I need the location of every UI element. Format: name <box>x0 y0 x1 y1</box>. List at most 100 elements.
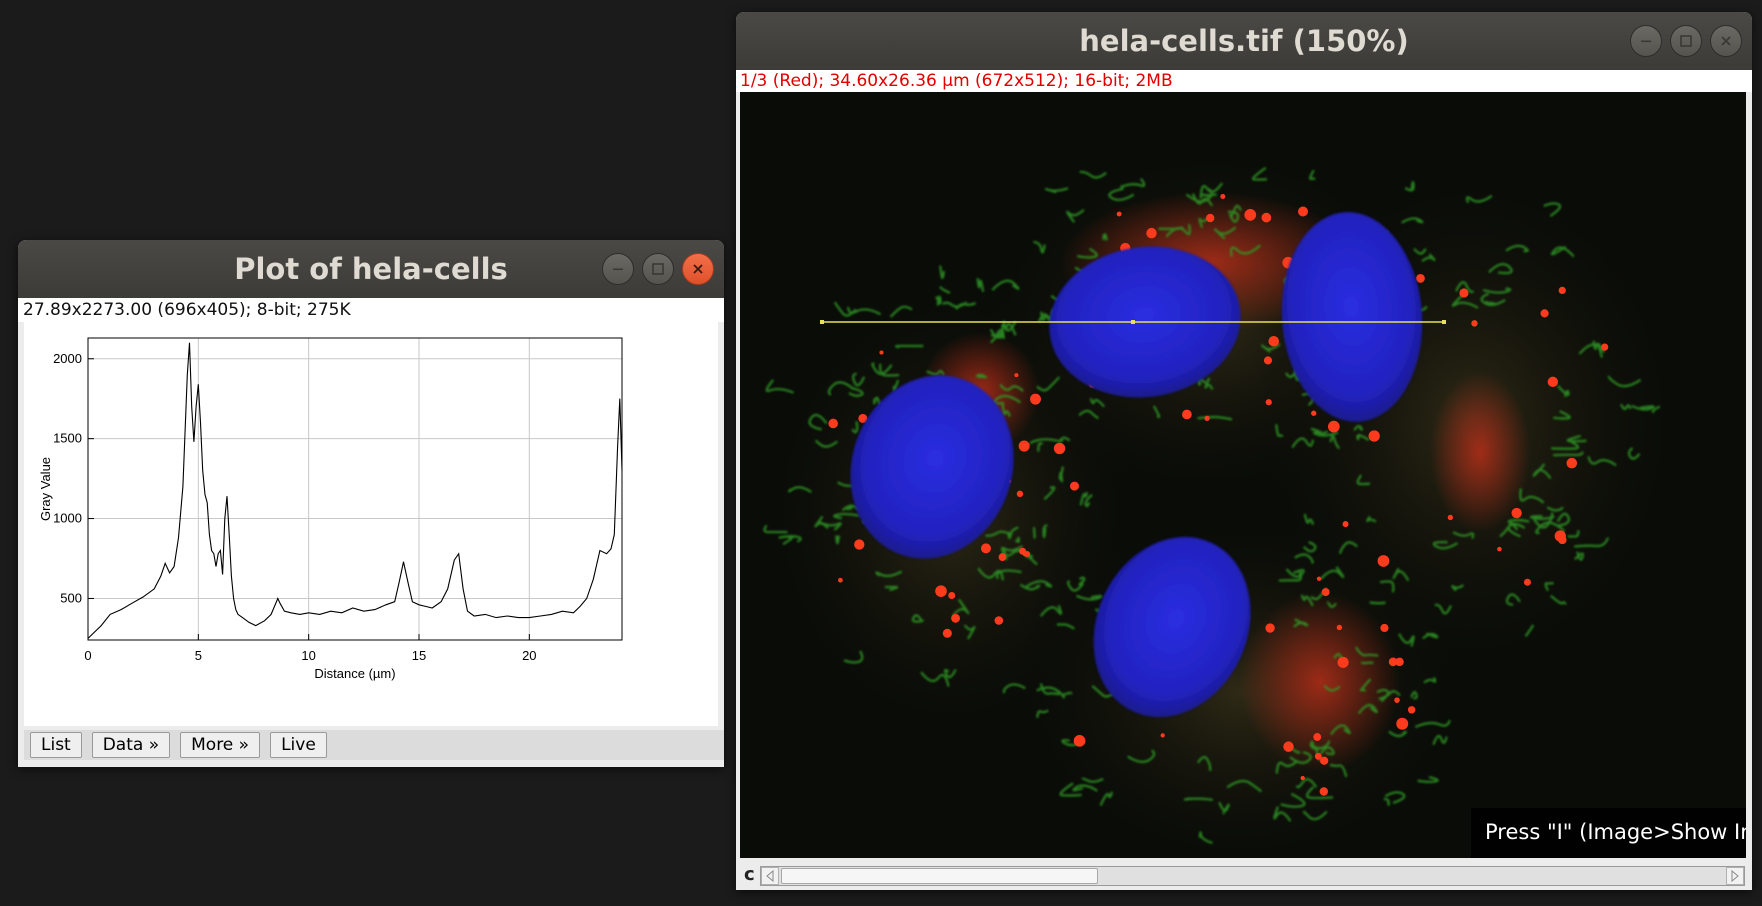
red-puncta <box>854 539 865 550</box>
red-puncta <box>1471 320 1478 327</box>
red-puncta <box>1268 335 1280 347</box>
red-puncta <box>1182 409 1192 420</box>
image-bottom-bar: c <box>736 862 1752 890</box>
red-puncta <box>998 553 1007 561</box>
show-info-hint: Press "I" (Image>Show Info) for informat… <box>1471 808 1746 858</box>
channel-scrollbar[interactable] <box>760 866 1745 886</box>
x-axis-label: Distance (µm) <box>314 666 395 681</box>
close-icon <box>693 264 703 274</box>
red-puncta <box>1447 514 1454 521</box>
red-puncta <box>1321 588 1330 597</box>
red-puncta <box>1319 787 1329 796</box>
red-puncta <box>1311 410 1317 416</box>
plot-frame <box>87 337 623 641</box>
image-window[interactable]: hela-cells.tif (150%) 1/3 (Red); 34.60x2… <box>736 12 1752 890</box>
red-puncta <box>1540 309 1549 318</box>
red-puncta <box>1320 756 1329 765</box>
plot-window-title: Plot of hela-cells <box>234 252 508 286</box>
red-puncta <box>942 628 952 638</box>
show-info-hint-text: Press "I" (Image>Show Info) for informat… <box>1485 820 1746 844</box>
red-puncta <box>1395 657 1404 667</box>
list-button[interactable]: List <box>30 732 82 758</box>
red-puncta <box>1116 211 1122 217</box>
more-button[interactable]: More » <box>180 732 261 758</box>
red-puncta <box>1014 373 1019 378</box>
red-puncta <box>828 418 838 429</box>
red-puncta <box>1283 741 1294 752</box>
y-tick-label: 2000 <box>53 351 82 366</box>
minimize-button[interactable] <box>1630 25 1662 57</box>
red-puncta <box>1297 206 1309 217</box>
red-puncta <box>1265 399 1272 406</box>
red-puncta <box>1327 420 1340 433</box>
red-puncta <box>1313 733 1322 741</box>
red-puncta <box>935 585 947 597</box>
close-button[interactable] <box>682 253 714 285</box>
minimize-button[interactable] <box>602 253 634 285</box>
red-puncta <box>1400 721 1408 728</box>
image-canvas[interactable]: Press "I" (Image>Show Info) for informat… <box>740 92 1746 858</box>
image-window-titlebar[interactable]: hela-cells.tif (150%) <box>736 12 1752 70</box>
red-puncta <box>1547 376 1559 388</box>
x-tick-label: 15 <box>412 648 426 663</box>
red-puncta <box>1601 343 1609 351</box>
red-puncta <box>1204 415 1210 421</box>
x-tick-label: 10 <box>301 648 315 663</box>
close-icon <box>1721 36 1731 46</box>
red-puncta <box>1377 555 1390 567</box>
maximize-button[interactable] <box>642 253 674 285</box>
red-puncta <box>1523 578 1531 586</box>
live-button[interactable]: Live <box>270 732 327 758</box>
data-button[interactable]: Data » <box>91 732 171 758</box>
profile-series-line <box>87 342 623 639</box>
red-puncta <box>1261 212 1272 223</box>
x-tick-label: 20 <box>522 648 536 663</box>
red-puncta <box>994 616 1004 625</box>
red-puncta <box>980 543 991 554</box>
arrow-left-icon <box>766 870 774 882</box>
image-window-title: hela-cells.tif (150%) <box>1079 24 1409 58</box>
scroll-left-button[interactable] <box>761 867 779 885</box>
red-puncta <box>1030 393 1041 405</box>
scroll-right-button[interactable] <box>1726 867 1744 885</box>
red-puncta <box>1380 623 1389 633</box>
mitochondria-strand <box>894 344 924 349</box>
cell-image <box>740 92 1746 858</box>
red-puncta <box>1337 656 1349 668</box>
red-puncta <box>1300 775 1305 781</box>
plot-window-titlebar[interactable]: Plot of hela-cells <box>18 240 724 298</box>
mitochondria-strand <box>1369 601 1386 605</box>
red-puncta <box>1244 209 1257 221</box>
red-puncta <box>1160 733 1165 738</box>
red-puncta <box>1336 624 1343 631</box>
x-tick-label: 0 <box>84 648 91 663</box>
red-puncta <box>1070 481 1079 491</box>
maximize-icon <box>652 263 664 275</box>
red-puncta <box>838 577 843 583</box>
red-puncta <box>1558 535 1567 545</box>
red-puncta <box>1146 227 1157 239</box>
minimize-icon <box>613 268 623 271</box>
red-puncta <box>1416 274 1425 283</box>
mitochondria-strand <box>1183 797 1213 801</box>
red-puncta <box>1368 430 1380 442</box>
red-puncta <box>1053 442 1066 455</box>
red-puncta <box>1394 697 1400 703</box>
scroll-thumb[interactable] <box>781 868 1098 884</box>
plot-window[interactable]: Plot of hela-cells 27.89x2273.00 (696x40… <box>18 240 724 767</box>
profile-plot: 0 5 10 15 20 500 1000 1500 2000 Distance (µm) Gray… <box>24 322 718 726</box>
red-puncta <box>1407 706 1416 714</box>
red-puncta <box>1566 457 1578 469</box>
maximize-button[interactable] <box>1670 25 1702 57</box>
red-puncta <box>1016 490 1024 498</box>
red-puncta <box>1265 623 1275 633</box>
red-puncta <box>879 350 884 355</box>
maximize-icon <box>1680 35 1692 47</box>
y-tick-label: 500 <box>60 590 82 605</box>
red-puncta <box>1558 286 1566 295</box>
close-button[interactable] <box>1710 25 1742 57</box>
y-tick-label: 1500 <box>53 431 82 446</box>
red-puncta <box>1018 440 1030 452</box>
red-puncta <box>948 591 956 600</box>
red-puncta <box>1220 193 1226 200</box>
